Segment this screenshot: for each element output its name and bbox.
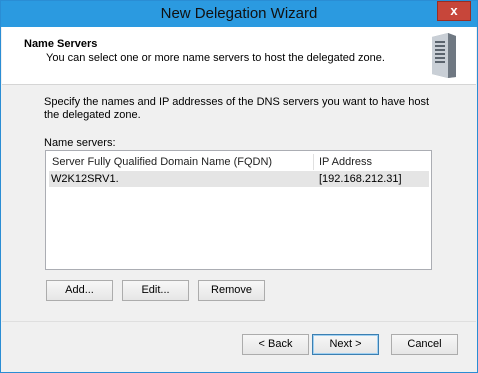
column-header-ip[interactable]: IP Address <box>314 154 428 170</box>
next-button[interactable]: Next > <box>312 334 379 355</box>
server-icon <box>432 33 456 78</box>
remove-button[interactable]: Remove <box>198 280 265 301</box>
close-icon: x <box>450 3 458 18</box>
page-title: Name Servers <box>24 38 98 50</box>
row-ip: [192.168.212.31] <box>319 173 402 185</box>
wizard-header: Name Servers You can select one or more … <box>2 27 476 85</box>
row-fqdn: W2K12SRV1. <box>51 173 119 185</box>
title-bar[interactable]: New Delegation Wizard x <box>1 1 477 27</box>
close-button[interactable]: x <box>437 1 471 21</box>
footer-divider <box>2 321 476 322</box>
column-header-fqdn[interactable]: Server Fully Qualified Domain Name (FQDN… <box>49 154 314 170</box>
window-title: New Delegation Wizard <box>160 5 318 22</box>
instructions-text: Specify the names and IP addresses of th… <box>44 96 430 121</box>
name-servers-list[interactable]: Server Fully Qualified Domain Name (FQDN… <box>45 150 432 270</box>
wizard-window: New Delegation Wizard x Name Servers You… <box>0 0 478 373</box>
page-subtitle: You can select one or more name servers … <box>46 52 385 64</box>
back-button[interactable]: < Back <box>242 334 309 355</box>
table-row[interactable]: W2K12SRV1. [192.168.212.31] <box>49 171 429 187</box>
name-servers-label: Name servers: <box>44 137 116 149</box>
cancel-button[interactable]: Cancel <box>391 334 458 355</box>
add-button[interactable]: Add... <box>46 280 113 301</box>
edit-button[interactable]: Edit... <box>122 280 189 301</box>
